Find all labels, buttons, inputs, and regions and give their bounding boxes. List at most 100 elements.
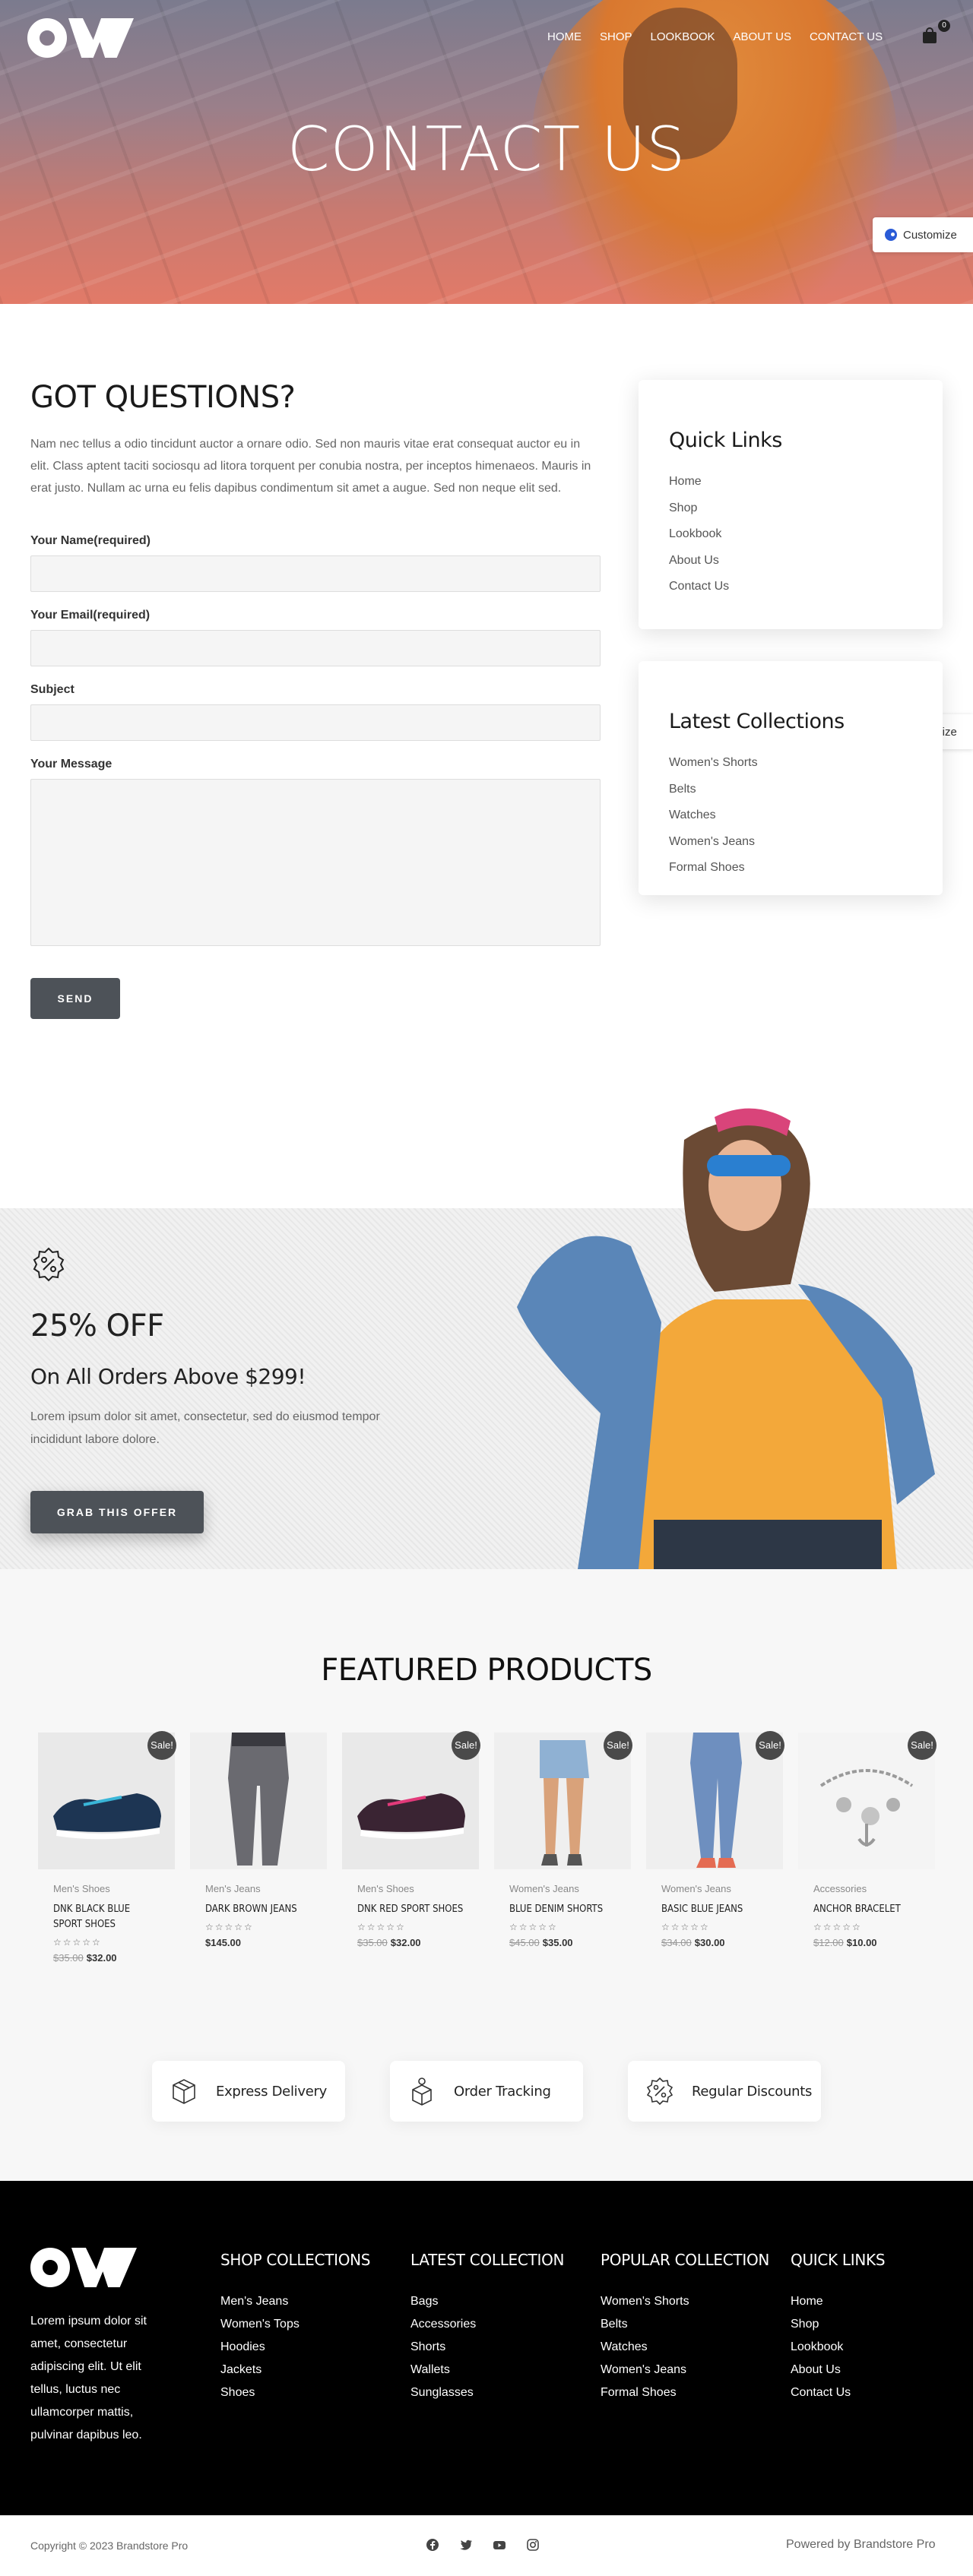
collection-link-item[interactable]: Women's Shorts [669,750,912,777]
old-price: $12.00 [813,1937,844,1948]
twitter-icon[interactable] [459,2538,473,2552]
instagram-icon[interactable] [526,2538,540,2552]
collection-link-item[interactable]: Belts [669,777,912,803]
current-price: $10.00 [846,1937,877,1948]
product-card[interactable]: Sale! Accessories ANCHOR BRACELET ☆☆☆☆☆ $12.… [798,1731,937,1948]
footer-link[interactable]: Men's Jeans [220,2290,370,2313]
footer-link[interactable]: Shoes [220,2381,370,2404]
product-name[interactable]: ANCHOR BRACELET [813,1902,920,1917]
product-card[interactable]: Sale! Men's Shoes DNK RED SPORT SHOES ☆☆☆☆☆… [342,1731,480,1948]
collection-link-item[interactable]: Watches [669,802,912,829]
nav-about-us[interactable]: ABOUT US [734,30,791,43]
widget-title: Quick Links [669,429,782,452]
feature-label: Express Delivery [216,2083,327,2100]
old-price: $35.00 [53,1952,84,1964]
rating-stars: ☆☆☆☆☆ [509,1922,558,1932]
product-category[interactable]: Women's Jeans [661,1883,783,1894]
product-category[interactable]: Men's Shoes [357,1883,479,1894]
customize-label: Customize [903,228,957,242]
sale-badge: Sale! [908,1731,937,1760]
collection-link-item[interactable]: Formal Shoes [669,855,912,881]
product-category[interactable]: Women's Jeans [509,1883,631,1894]
quick-link-item[interactable]: Shop [669,495,912,522]
product-card[interactable]: Sale! Men's Shoes DNK BLACK BLUE SPORT SHO… [38,1731,176,1964]
message-textarea[interactable] [30,779,601,946]
site-logo[interactable] [27,18,134,58]
quick-link-item[interactable]: Home [669,469,912,495]
product-name[interactable]: DARK BROWN JEANS [205,1902,312,1917]
nav-shop[interactable]: SHOP [600,30,632,43]
youtube-icon[interactable] [493,2538,506,2552]
footer-link[interactable]: Bags [410,2290,564,2313]
email-input[interactable] [30,630,601,666]
footer-link[interactable]: Contact Us [791,2381,885,2404]
subject-label: Subject [30,683,74,696]
footer-link[interactable]: Home [791,2290,885,2313]
product-name[interactable]: BASIC BLUE JEANS [661,1902,768,1917]
footer-link[interactable]: Lookbook [791,2336,885,2359]
cart-count-badge: 0 [938,20,950,32]
current-price: $30.00 [694,1937,725,1948]
logo-w-mark [71,2248,137,2287]
main-nav: HOME SHOP LOOKBOOK ABOUT US CONTACT US [547,30,883,43]
product-name[interactable]: DNK RED SPORT SHOES [357,1902,464,1917]
product-card[interactable]: Sale! Women's Jeans BLUE DENIM SHORTS ☆☆☆☆☆… [494,1731,632,1948]
footer-link[interactable]: Watches [601,2336,769,2359]
footer-link[interactable]: Sunglasses [410,2381,564,2404]
promo-subtitle: On All Orders Above $299! [30,1364,306,1389]
contact-intro: Nam nec tellus a odio tincidunt auctor a… [30,438,591,495]
footer-link[interactable]: Wallets [410,2359,564,2381]
quick-link-item[interactable]: About Us [669,548,912,574]
footer-link[interactable]: Formal Shoes [601,2381,769,2404]
customize-button[interactable]: Customize [873,217,973,252]
product-card[interactable]: Men's Jeans DARK BROWN JEANS ☆☆☆☆☆ $145.00 [190,1733,327,1948]
footer-link[interactable]: About Us [791,2359,885,2381]
product-category[interactable]: Accessories [813,1883,935,1894]
grab-offer-button[interactable]: GRAB THIS OFFER [30,1491,204,1533]
footer-link[interactable]: Belts [601,2313,769,2336]
product-category[interactable]: Men's Jeans [205,1883,327,1894]
footer-link[interactable]: Jackets [220,2359,370,2381]
footer-link[interactable]: Women's Tops [220,2313,370,2336]
feature-label: Regular Discounts [692,2083,813,2100]
nav-lookbook[interactable]: LOOKBOOK [651,30,715,43]
footer-column: SHOP COLLECTIONS Men's Jeans Women's Tops H… [220,2251,371,2404]
box-icon [173,2079,195,2104]
facebook-icon[interactable] [426,2538,439,2552]
footer-link[interactable]: Shorts [410,2336,564,2359]
product-image[interactable] [190,1733,327,1869]
logo-o-mark [27,18,67,58]
palette-icon [885,229,897,241]
quick-link-item[interactable]: Contact Us [669,574,912,600]
name-input[interactable] [30,555,601,592]
footer-link[interactable]: Women's Jeans [601,2359,769,2381]
footer-link[interactable]: Shop [791,2313,885,2336]
footer-link[interactable]: Women's Shorts [601,2290,769,2313]
featured-heading: FEATURED PRODUCTS [321,1653,652,1688]
old-price: $34.00 [661,1937,692,1948]
rating-stars: ☆☆☆☆☆ [813,1922,862,1932]
product-price: $35.00 $32.00 [53,1952,175,1964]
nav-home[interactable]: HOME [547,30,582,43]
tracking-icon [412,2078,432,2106]
footer-link[interactable]: Accessories [410,2313,564,2336]
product-name[interactable]: BLUE DENIM SHORTS [509,1902,616,1917]
collection-link-item[interactable]: Women's Jeans [669,829,912,856]
nav-contact-us[interactable]: CONTACT US [810,30,883,43]
send-button[interactable]: SEND [30,978,120,1019]
product-category[interactable]: Men's Shoes [53,1883,175,1894]
feature-label: Order Tracking [454,2083,551,2100]
current-price: $35.00 [542,1937,573,1948]
subject-input[interactable] [30,704,601,741]
product-card[interactable]: Sale! Women's Jeans BASIC BLUE JEANS ☆☆☆☆☆ $… [646,1731,784,1948]
quick-link-item[interactable]: Lookbook [669,521,912,548]
product-price: $34.00 $30.00 [661,1937,783,1948]
footer-column-title: SHOP COLLECTIONS [220,2251,371,2269]
promo-model-image [517,1108,935,1569]
feature-express-delivery: Express Delivery [152,2061,345,2122]
message-label: Your Message [30,758,113,771]
footer-logo[interactable] [30,2248,137,2287]
product-name[interactable]: DNK BLACK BLUE SPORT SHOES [53,1902,160,1932]
footer-link[interactable]: Hoodies [220,2336,370,2359]
cart-icon[interactable]: 0 [921,20,950,44]
